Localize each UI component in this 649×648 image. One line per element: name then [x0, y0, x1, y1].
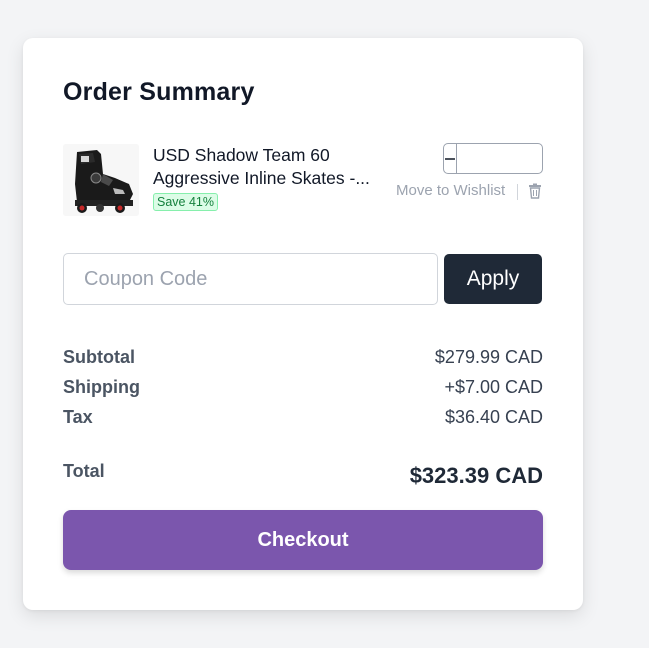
quantity-input[interactable]: [457, 144, 542, 173]
trash-icon: [529, 183, 541, 199]
subtotal-label: Subtotal: [63, 347, 135, 367]
discount-badge: Save 41%: [153, 193, 218, 211]
page-title: Order Summary: [63, 78, 255, 106]
order-summary-card: Order Summary USD Shadow Team 60 Aggress…: [23, 38, 583, 610]
product-image[interactable]: [63, 144, 139, 216]
checkout-button[interactable]: Checkout: [63, 510, 543, 570]
tax-value: $36.40 CAD: [444, 407, 543, 427]
minus-icon: [445, 157, 455, 160]
shipping-row: Shipping +$7.00 CAD: [63, 377, 543, 398]
subtotal-row: Subtotal $279.99 CAD: [63, 347, 543, 368]
move-to-wishlist-link[interactable]: Move to Wishlist: [396, 182, 505, 199]
shipping-value: +$7.00 CAD: [444, 377, 543, 397]
product-name-line-1: USD Shadow Team 60: [153, 145, 330, 165]
decrement-button[interactable]: [444, 144, 457, 173]
total-label: Total: [63, 461, 105, 481]
inline-skate-image: [63, 144, 139, 216]
delete-button[interactable]: [528, 183, 542, 199]
total-row: Total $323.39 CAD: [63, 457, 543, 488]
subtotal-value: $279.99 CAD: [434, 347, 543, 367]
apply-coupon-button[interactable]: Apply: [444, 254, 542, 304]
product-name-line-2: Aggressive Inline Skates -...: [153, 167, 370, 188]
tax-label: Tax: [63, 407, 93, 427]
coupon-code-input[interactable]: [63, 253, 438, 305]
tax-row: Tax $36.40 CAD: [63, 407, 543, 428]
divider: [517, 184, 518, 200]
quantity-stepper: [443, 143, 543, 174]
product-name[interactable]: USD Shadow Team 60 Aggressive Inline Ska…: [153, 144, 378, 189]
shipping-label: Shipping: [63, 377, 140, 397]
total-value: $323.39 CAD: [409, 463, 543, 488]
